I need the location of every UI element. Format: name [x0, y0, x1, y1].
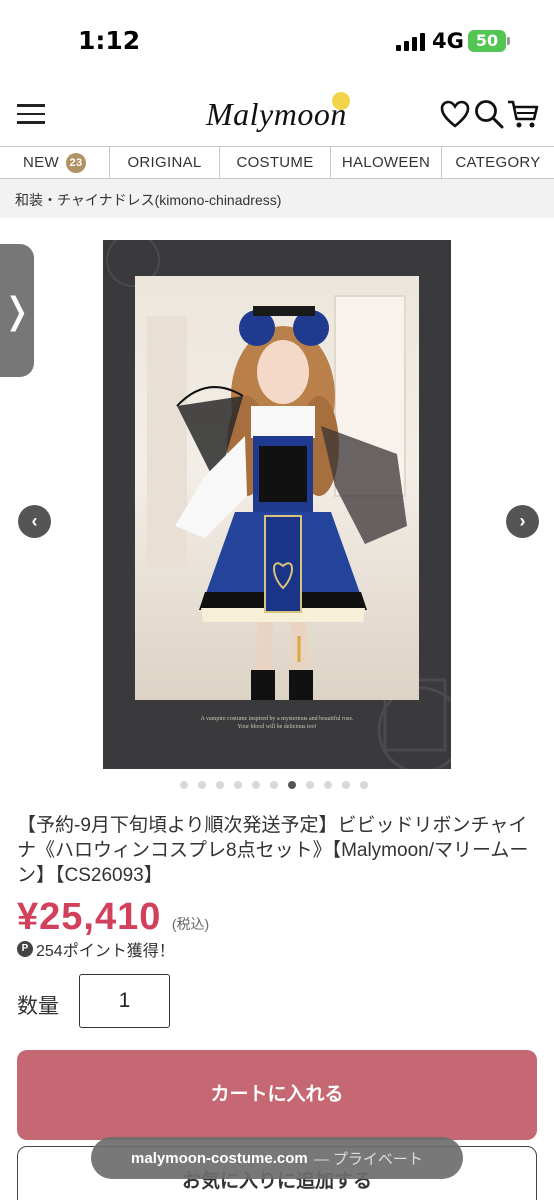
nav-tab-category[interactable]: CATEGORY: [442, 147, 554, 178]
menu-icon[interactable]: [17, 104, 45, 124]
side-drawer-tab[interactable]: ❭: [0, 244, 34, 377]
carousel-dot[interactable]: [234, 781, 242, 789]
quantity-input[interactable]: [79, 974, 170, 1028]
nav-tab-original[interactable]: ORIGINAL: [110, 147, 220, 178]
product-title: 【予約-9月下旬頃より順次発送予定】ビビッドリボンチャイナ《ハロウィンコスプレ8…: [17, 815, 529, 886]
chevron-left-icon: ‹: [31, 511, 38, 531]
browser-url-bar[interactable]: malymoon-costume.com — プライベート: [91, 1137, 463, 1179]
carousel-dot[interactable]: [306, 781, 314, 789]
chevron-right-icon: ❭: [1, 290, 33, 331]
carousel-dot[interactable]: [324, 781, 332, 789]
carousel-dots: [180, 781, 368, 789]
nav-label: ORIGINAL: [127, 154, 202, 171]
search-icon[interactable]: [474, 99, 504, 129]
nav-label: HALOWEEN: [341, 154, 431, 171]
moon-icon: [332, 92, 350, 110]
new-count-badge: 23: [65, 152, 86, 173]
battery-nub: [507, 37, 510, 45]
product-image[interactable]: A vampire costume inspired by a mysterio…: [103, 240, 451, 769]
points-text: 254ポイント獲得！: [36, 943, 175, 960]
breadcrumb: 和装・チャイナドレス(kimono-chinadress): [0, 179, 554, 218]
carousel-dot[interactable]: [198, 781, 206, 789]
carousel-next-button[interactable]: ›: [506, 505, 539, 538]
breadcrumb-link[interactable]: 和装・チャイナドレス(kimono-chinadress): [15, 190, 281, 210]
chevron-right-icon: ›: [519, 511, 526, 531]
network-type: 4G: [432, 29, 464, 53]
logo-text: Malymoon: [206, 96, 347, 132]
carousel-dot[interactable]: [180, 781, 188, 789]
nav-label: NEW: [23, 154, 59, 171]
carousel-prev-button[interactable]: ‹: [18, 505, 51, 538]
private-mode-label: — プライベート: [313, 1150, 423, 1168]
points-icon: P: [17, 941, 33, 957]
status-time: 1:12: [78, 26, 141, 55]
product-price: ¥25,410: [17, 896, 162, 938]
url-host: malymoon-costume.com: [131, 1149, 308, 1167]
nav-tab-new[interactable]: NEW 23: [0, 147, 110, 178]
price-row: ¥25,410 (税込): [17, 896, 209, 940]
category-nav: NEW 23 ORIGINAL COSTUME HALOWEEN CATEGOR…: [0, 146, 554, 179]
carousel-dot[interactable]: [252, 781, 260, 789]
carousel-dot[interactable]: [360, 781, 368, 789]
product-photo: [135, 276, 419, 700]
carousel-dot[interactable]: [342, 781, 350, 789]
heart-icon[interactable]: [440, 100, 470, 128]
nav-tab-haloween[interactable]: HALOWEEN: [331, 147, 442, 178]
nav-label: CATEGORY: [455, 154, 541, 171]
status-bar: 1:12 4G 50: [0, 0, 554, 80]
caption-line-2: Your blood will be delicious too!: [237, 724, 317, 730]
cart-icon[interactable]: [507, 99, 539, 129]
site-logo[interactable]: Malymoon: [206, 92, 356, 138]
points-row: P 254ポイント獲得！: [17, 937, 175, 961]
carousel-dot[interactable]: [270, 781, 278, 789]
carousel-dot[interactable]: [216, 781, 224, 789]
photo-caption: A vampire costume inspired by a mysterio…: [103, 715, 451, 731]
site-header: Malymoon: [0, 80, 554, 146]
signal-icon: [396, 33, 426, 51]
battery-icon: 50: [468, 30, 506, 52]
nav-tab-costume[interactable]: COSTUME: [220, 147, 331, 178]
tax-note: (税込): [171, 916, 210, 932]
caption-line-1: A vampire costume inspired by a mysterio…: [200, 716, 354, 722]
model-figure: [147, 295, 407, 700]
quantity-label: 数量: [17, 995, 59, 1018]
carousel-dot[interactable]: [288, 781, 296, 789]
add-to-cart-button[interactable]: カートに入れる: [17, 1050, 537, 1140]
nav-label: COSTUME: [236, 154, 314, 171]
